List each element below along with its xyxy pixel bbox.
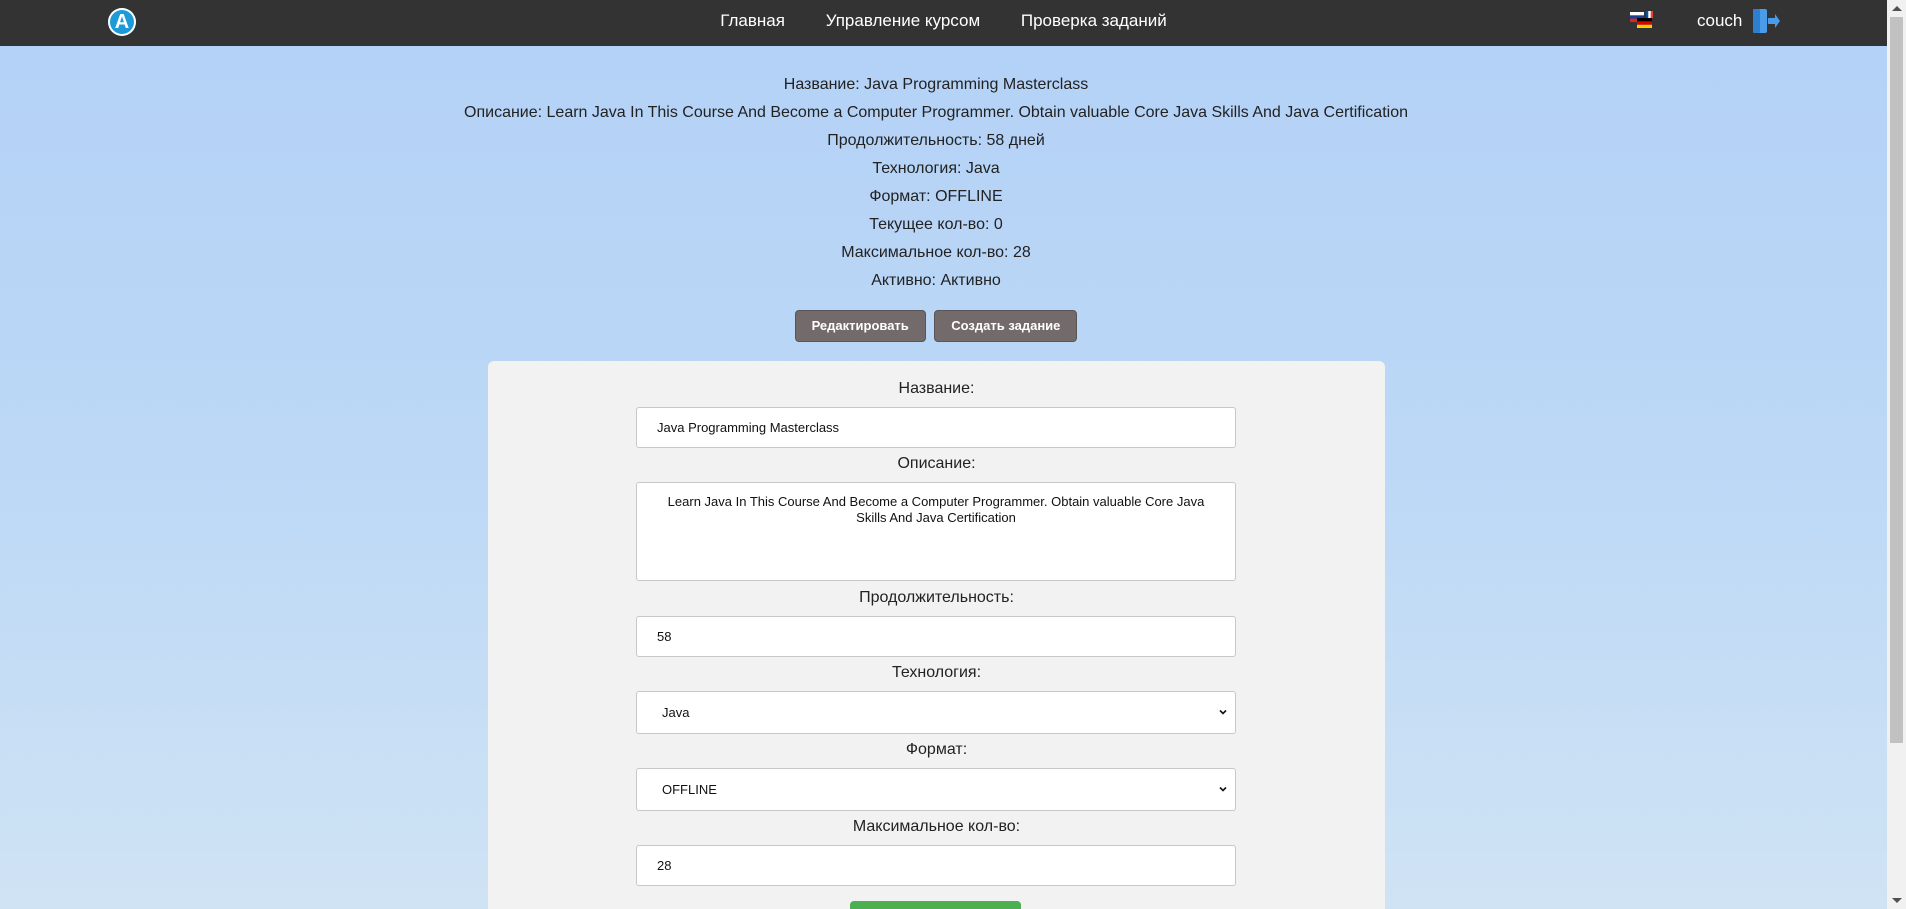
description-label: Описание: xyxy=(897,455,976,472)
duration-label: Продолжительность: xyxy=(859,589,1014,606)
technology-selected-value: Java xyxy=(662,705,690,720)
course-current-count-line: Текущее кол-во: 0 xyxy=(869,216,1003,233)
duration-input[interactable]: 58 xyxy=(636,616,1236,657)
format-selected-value: OFFLINE xyxy=(662,782,717,797)
nav-home[interactable]: Главная xyxy=(720,0,785,42)
max-count-input[interactable]: 28 xyxy=(636,845,1236,886)
max-count-label: Максимальное кол-во: xyxy=(852,818,1021,835)
format-select[interactable]: OFFLINE xyxy=(636,768,1236,811)
course-name-line: Название: Java Programming Masterclass xyxy=(783,76,1089,93)
language-flag-icon[interactable] xyxy=(1628,10,1654,30)
create-task-button[interactable]: Создать задание xyxy=(934,310,1078,342)
nav-task-review[interactable]: Проверка заданий xyxy=(1021,0,1167,42)
edit-course-form: Название: Java Programming Masterclass О… xyxy=(488,361,1385,909)
top-navbar: A Главная Управление курсом Проверка зад… xyxy=(0,0,1887,46)
scroll-up-arrow-icon[interactable] xyxy=(1892,6,1902,11)
format-label: Формат: xyxy=(905,741,968,758)
technology-select[interactable]: Java xyxy=(636,691,1236,734)
course-format-line: Формат: OFFLINE xyxy=(869,188,1003,205)
vertical-scrollbar[interactable] xyxy=(1887,0,1906,909)
course-actions: Редактировать Создать задание xyxy=(0,310,1872,342)
course-max-count-line: Максимальное кол-во: 28 xyxy=(841,244,1031,261)
name-label: Название: xyxy=(898,380,975,397)
name-input[interactable]: Java Programming Masterclass xyxy=(636,407,1236,448)
submit-button[interactable] xyxy=(850,901,1021,909)
username[interactable]: couch xyxy=(1697,0,1742,42)
course-info: Название: Java Programming Masterclass О… xyxy=(0,71,1872,295)
course-description-line: Описание: Learn Java In This Course And … xyxy=(464,104,1408,121)
chevron-down-icon xyxy=(1219,709,1227,715)
scrollbar-thumb[interactable] xyxy=(1890,17,1903,743)
nav-course-management[interactable]: Управление курсом xyxy=(826,0,980,42)
logout-icon[interactable] xyxy=(1751,7,1781,35)
edit-button[interactable]: Редактировать xyxy=(794,310,926,342)
technology-label: Технология: xyxy=(891,664,982,681)
chevron-down-icon xyxy=(1219,786,1227,792)
course-duration-line: Продолжительность: 58 дней xyxy=(827,132,1045,149)
course-technology-line: Технология: Java xyxy=(872,160,1000,177)
course-active-line: Активно: Активно xyxy=(871,272,1001,289)
main-nav: Главная Управление курсом Проверка задан… xyxy=(0,0,1887,46)
description-textarea[interactable]: Learn Java In This Course And Become a C… xyxy=(636,482,1236,581)
scroll-down-arrow-icon[interactable] xyxy=(1892,898,1902,903)
